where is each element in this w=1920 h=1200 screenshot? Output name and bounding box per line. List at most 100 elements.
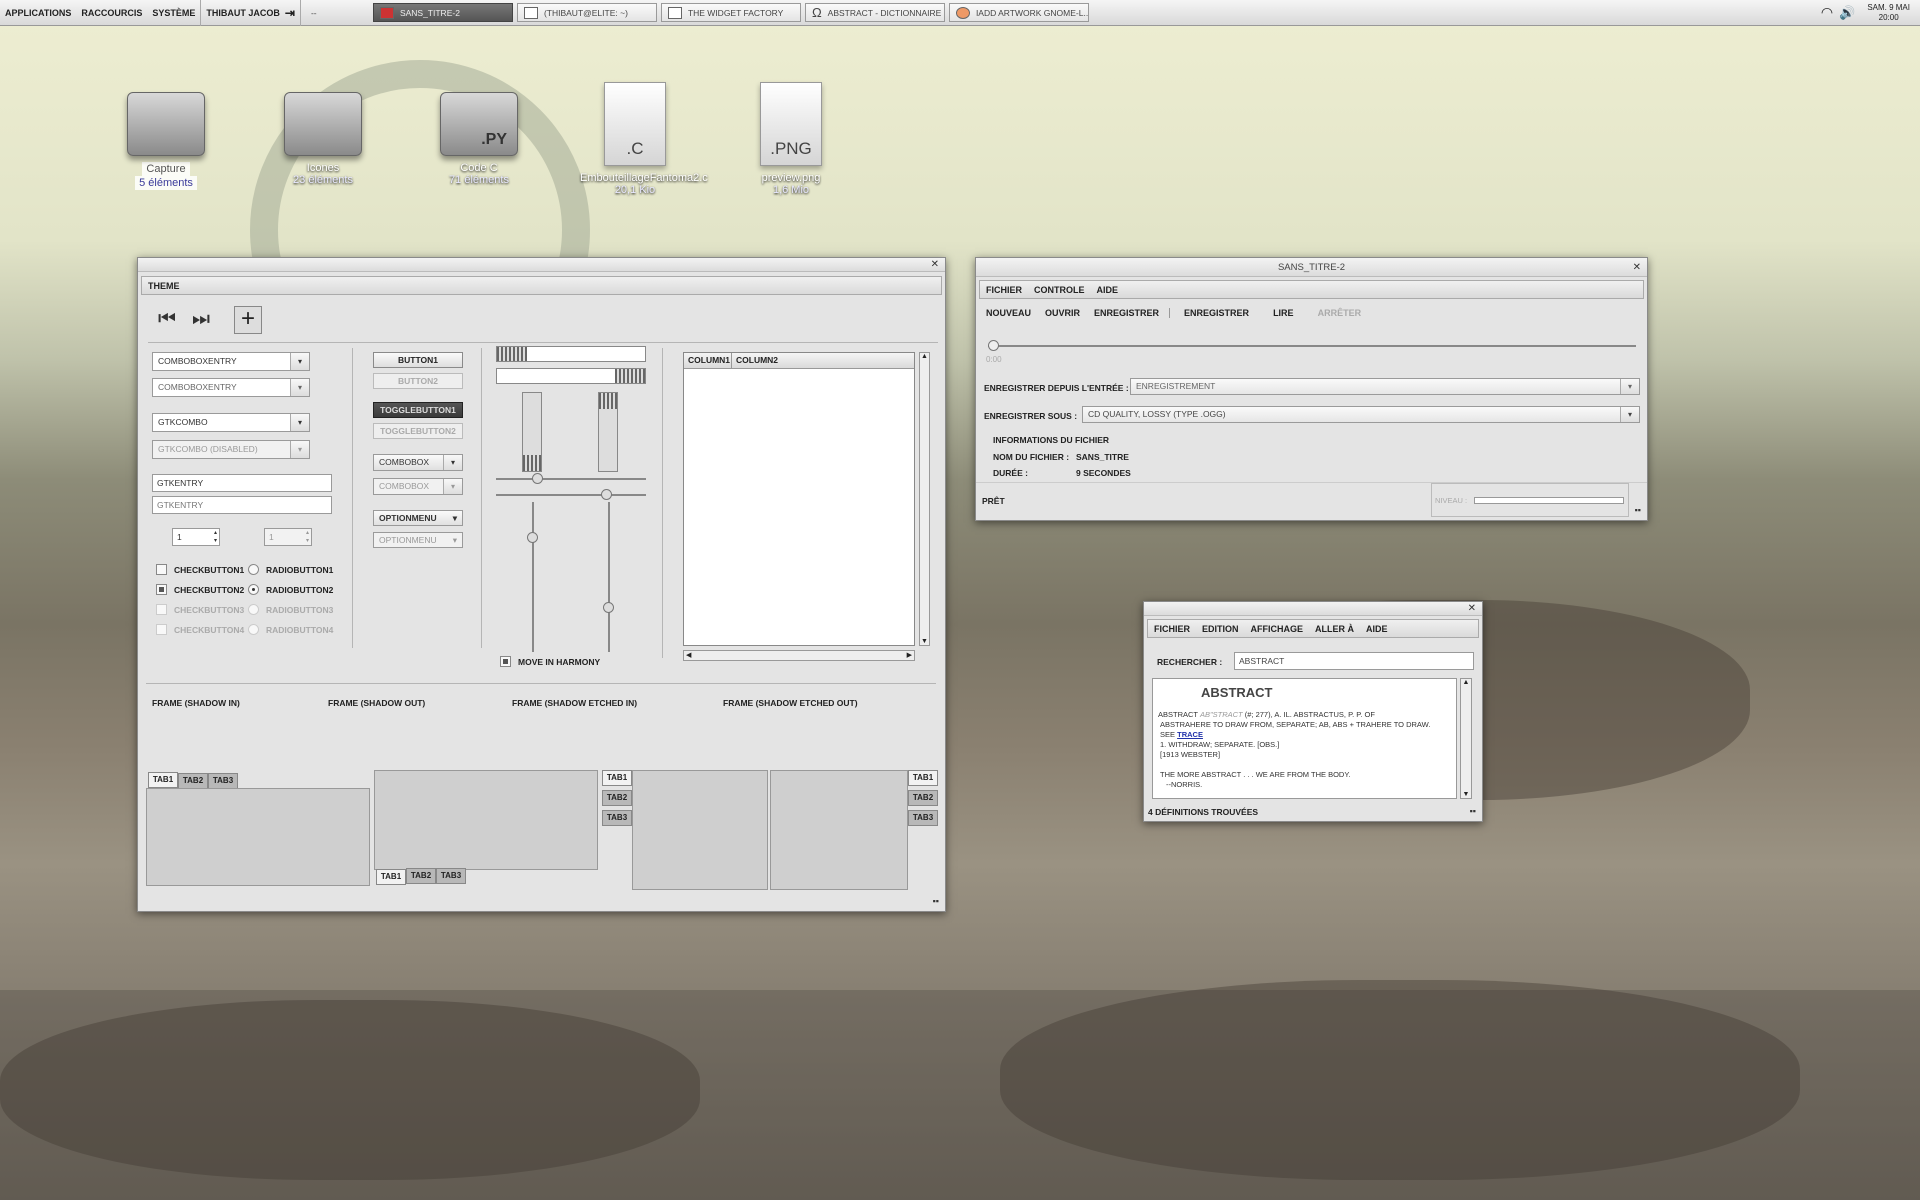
window-titlebar[interactable]: ✕: [138, 258, 945, 272]
slider-handle[interactable]: [527, 532, 538, 543]
task-browser[interactable]: IADD ARTWORK GNOME-L...: [948, 3, 1089, 22]
menu-controle[interactable]: CONTROLE: [1028, 285, 1091, 295]
scroll-up-icon[interactable]: ▲: [1461, 679, 1471, 686]
combobox-1[interactable]: COMBOBOX ▾: [373, 454, 463, 471]
tree-view[interactable]: COLUMN1 COLUMN2: [683, 352, 915, 646]
menu-aller-a[interactable]: ALLER À: [1309, 624, 1360, 634]
hscale-1[interactable]: [496, 473, 646, 484]
gtkentry-1[interactable]: GTKENTRY: [152, 474, 332, 492]
close-icon[interactable]: ✕: [931, 258, 939, 272]
wifi-icon[interactable]: ◠: [1821, 4, 1833, 21]
slider-handle[interactable]: [988, 340, 999, 351]
desktop-file-c[interactable]: .C EmbouteillageFantoma2.c 20,1 Kio: [580, 82, 708, 196]
menu-edition[interactable]: EDITION: [1196, 624, 1245, 634]
add-icon[interactable]: +: [234, 306, 262, 334]
optionmenu-1[interactable]: OPTIONMENU ▾: [373, 510, 463, 526]
nb4-tab3[interactable]: TAB3: [908, 810, 938, 826]
definition-link[interactable]: TRACE: [1177, 730, 1203, 739]
task-terminal[interactable]: (THIBAUT@ELITE: ~): [516, 3, 657, 22]
nb3-tab2[interactable]: TAB2: [602, 790, 632, 806]
menu-raccourcis[interactable]: RACCOURCIS: [76, 0, 147, 26]
scroll-up-icon[interactable]: ▲: [920, 353, 929, 360]
togglebutton1[interactable]: TOGGLEBUTTON1: [373, 402, 463, 418]
close-icon[interactable]: ✕: [1468, 602, 1476, 616]
desktop-file-png[interactable]: .PNG preview.png 1,6 Mio: [736, 82, 846, 196]
checkbutton3-label: CHECKBUTTON3: [174, 605, 245, 615]
column2-header[interactable]: COLUMN2: [732, 353, 914, 368]
vertical-scrollbar[interactable]: ▲ ▼: [1460, 678, 1472, 799]
record-as-select[interactable]: CD QUALITY, LOSSY (TYPE .OGG) ▾: [1082, 406, 1640, 423]
resize-grip-icon[interactable]: ▪▪: [1470, 806, 1476, 816]
definition-text: ABSTRAHERE TO DRAW FROM, SEPARATE; AB, A…: [1160, 720, 1431, 729]
gtkcombo[interactable]: GTKCOMBO ▾: [152, 413, 310, 432]
position-slider[interactable]: [988, 340, 1636, 351]
comboboxentry-1[interactable]: COMBOBOXENTRY ▾: [152, 352, 310, 371]
scroll-left-icon[interactable]: ◀: [686, 651, 691, 660]
toolbar-record[interactable]: ENREGISTRER: [1184, 308, 1249, 318]
menu-applications[interactable]: APPLICATIONS: [0, 0, 76, 26]
menu-aide[interactable]: AIDE: [1360, 624, 1394, 634]
radiobutton1[interactable]: [248, 564, 259, 575]
scroll-down-icon[interactable]: ▼: [920, 638, 929, 645]
comboboxentry-2[interactable]: COMBOBOXENTRY ▾: [152, 378, 310, 397]
nb2-tab1[interactable]: TAB1: [376, 869, 406, 885]
menu-systeme[interactable]: SYSTÈME: [147, 0, 200, 26]
slider-handle[interactable]: [601, 489, 612, 500]
vertical-scrollbar[interactable]: ▲ ▼: [919, 352, 930, 646]
vscale-2[interactable]: [603, 502, 614, 652]
menu-theme[interactable]: THEME: [142, 281, 186, 291]
column1-header[interactable]: COLUMN1: [684, 353, 732, 368]
volume-icon[interactable]: 🔊: [1839, 5, 1855, 21]
close-icon[interactable]: ✕: [1633, 258, 1641, 277]
gtkentry-2[interactable]: GTKENTRY: [152, 496, 332, 514]
task-widget-factory[interactable]: THE WIDGET FACTORY: [660, 3, 801, 22]
hscale-2[interactable]: [496, 489, 646, 500]
toolbar-nouveau[interactable]: NOUVEAU: [986, 308, 1031, 318]
record-from-select[interactable]: ENREGISTREMENT ▾: [1130, 378, 1640, 395]
toolbar-arreter: ARRÊTER: [1317, 308, 1362, 318]
nb3-tab3[interactable]: TAB3: [602, 810, 632, 826]
checkbutton1[interactable]: [156, 564, 167, 575]
toolbar-ouvrir[interactable]: OUVRIR: [1045, 308, 1080, 318]
clock[interactable]: SAM. 9 MAI 20:00: [1867, 3, 1910, 23]
menu-fichier[interactable]: FICHIER: [980, 285, 1028, 295]
definition-view[interactable]: ABSTRACT ABSTRACT AB"STRACT (#; 277), A.…: [1152, 678, 1457, 799]
slider-handle[interactable]: [532, 473, 543, 484]
resize-grip-icon[interactable]: ▪▪: [933, 896, 939, 906]
nb4-tab1[interactable]: TAB1: [908, 770, 938, 786]
skip-forward-icon[interactable]: ⏭: [192, 308, 210, 331]
user-switcher[interactable]: THIBAUT JACOB ⇥: [200, 0, 301, 26]
menu-fichier[interactable]: FICHIER: [1148, 624, 1196, 634]
resize-grip-icon[interactable]: ▪▪: [1635, 505, 1641, 515]
spin-button-1[interactable]: 1 ▴ ▾: [172, 528, 220, 546]
window-titlebar[interactable]: ✕: [1144, 602, 1482, 616]
menu-aide[interactable]: AIDE: [1091, 285, 1125, 295]
toolbar-enregistrer[interactable]: ENREGISTRER: [1094, 308, 1171, 318]
nb2-tab3[interactable]: TAB3: [436, 868, 466, 884]
move-in-harmony-check[interactable]: [500, 656, 511, 667]
nb2-tab2[interactable]: TAB2: [406, 868, 436, 884]
nb1-tab1[interactable]: TAB1: [148, 772, 178, 788]
nb1-tab2[interactable]: TAB2: [178, 773, 208, 789]
desktop-folder-capture[interactable]: Capture 5 éléments: [111, 92, 221, 190]
checkbutton2[interactable]: [156, 584, 167, 595]
toolbar-lire[interactable]: LIRE: [1273, 308, 1294, 318]
nb4-tab2[interactable]: TAB2: [908, 790, 938, 806]
task-dictionary[interactable]: Ω ABSTRACT - DICTIONNAIRE: [804, 3, 945, 22]
menu-affichage[interactable]: AFFICHAGE: [1245, 624, 1310, 634]
slider-handle[interactable]: [603, 602, 614, 613]
radiobutton2[interactable]: [248, 584, 259, 595]
scroll-down-icon[interactable]: ▼: [1461, 791, 1471, 798]
task-sans-titre[interactable]: SANS_TITRE-2: [372, 3, 513, 22]
desktop-folder-icones[interactable]: Icones 23 éléments: [268, 92, 378, 186]
horizontal-scrollbar[interactable]: ◀ ▶: [683, 650, 915, 661]
search-input[interactable]: ABSTRACT: [1234, 652, 1474, 670]
nb3-tab1[interactable]: TAB1: [602, 770, 632, 786]
nb1-tab3[interactable]: TAB3: [208, 773, 238, 789]
desktop-folder-code-c[interactable]: .PY Code C 71 éléments: [424, 92, 534, 186]
window-titlebar[interactable]: SANS_TITRE-2 ✕: [976, 258, 1647, 277]
vscale-1[interactable]: [527, 502, 538, 652]
scroll-right-icon[interactable]: ▶: [907, 651, 912, 660]
button1[interactable]: BUTTON1: [373, 352, 463, 368]
skip-back-icon[interactable]: ⏮: [158, 308, 176, 331]
